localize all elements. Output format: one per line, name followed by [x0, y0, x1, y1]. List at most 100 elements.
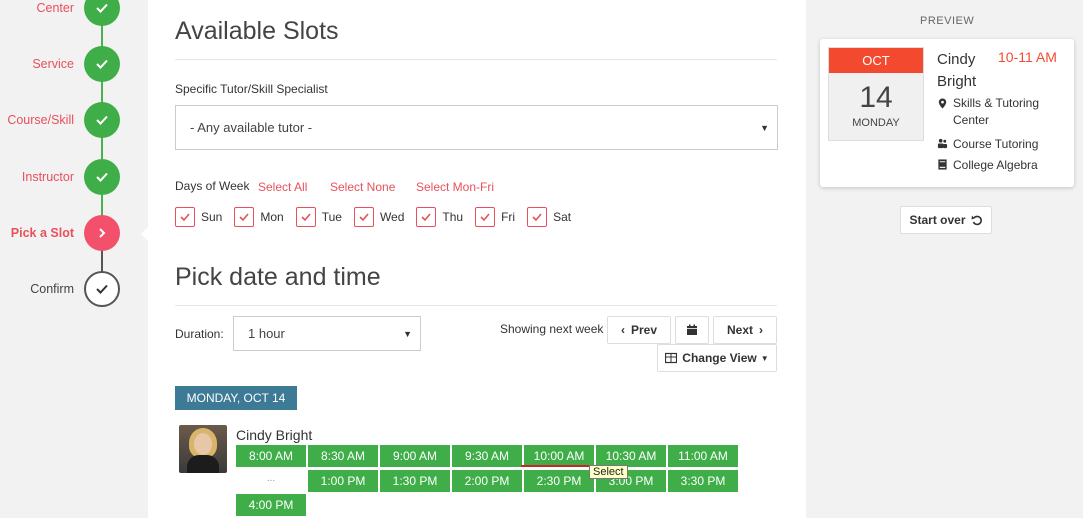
preview-service-text: Course Tutoring: [953, 137, 1039, 151]
preview-time: 10-11 AM: [998, 49, 1057, 65]
day-checkbox-wed[interactable]: Wed: [353, 207, 405, 227]
time-slot-button[interactable]: 2:30 PM: [524, 470, 594, 492]
time-slot-button[interactable]: 11:00 AM: [668, 445, 738, 467]
checkmark-icon: [475, 207, 496, 227]
next-button[interactable]: Next ›: [713, 316, 777, 344]
checkmark-icon: [234, 207, 255, 227]
day-checkbox-sat[interactable]: Sat: [527, 207, 571, 227]
days-checkbox-group: Sun Mon Tue Wed Thu Fri Sat: [175, 207, 583, 227]
time-slot-button[interactable]: 4:00 PM: [236, 494, 306, 516]
check-icon: [84, 159, 120, 195]
time-slot-button[interactable]: 1:30 PM: [380, 470, 450, 492]
preview-tutor-name: Cindy Bright: [937, 51, 977, 90]
main-panel: Available Slots Specific Tutor/Skill Spe…: [148, 0, 806, 518]
divider: [175, 59, 777, 60]
step-label: Service: [32, 57, 74, 71]
step-label: Confirm: [30, 282, 74, 296]
prev-label: Prev: [630, 323, 658, 337]
start-over-button[interactable]: Start over: [900, 206, 992, 234]
calendar-month: OCT: [829, 48, 923, 73]
time-slot-button[interactable]: 10:00 AM: [524, 445, 594, 467]
users-icon: [937, 138, 948, 149]
step-label: Course/Skill: [7, 113, 74, 127]
change-view-button[interactable]: Change View ▼: [657, 344, 777, 372]
calendar-day: 14: [859, 81, 893, 114]
time-slot-button[interactable]: 8:00 AM: [236, 445, 306, 467]
prev-button[interactable]: ‹ Prev: [607, 316, 671, 344]
step-course-skill[interactable]: Course/Skill: [0, 100, 148, 140]
preview-card: OCT 14 MONDAY Cindy Bright 10-11 AM Skil…: [820, 39, 1074, 187]
days-of-week-label: Days of Week: [175, 179, 250, 193]
day-checkbox-thu[interactable]: Thu: [416, 207, 463, 227]
tutor-name: Cindy Bright: [236, 427, 313, 443]
step-pick-a-slot[interactable]: Pick a Slot: [0, 213, 148, 253]
calendar-weekday: MONDAY: [852, 117, 900, 129]
time-slot-button[interactable]: 9:30 AM: [452, 445, 522, 467]
day-label: Wed: [379, 210, 405, 224]
tutor-select-value: - Any available tutor -: [190, 120, 313, 135]
duration-select[interactable]: 1 hour ▼: [233, 316, 421, 351]
step-confirm[interactable]: Confirm: [0, 269, 148, 309]
select-none-link[interactable]: Select None: [330, 180, 395, 194]
step-label: Instructor: [21, 170, 74, 184]
ellipsis-placeholder: ...: [266, 473, 276, 484]
select-tooltip: Select: [589, 465, 628, 479]
divider: [175, 305, 777, 306]
next-label: Next: [726, 323, 753, 337]
day-label: Thu: [442, 210, 464, 224]
check-icon: [84, 46, 120, 82]
step-service[interactable]: Service: [0, 44, 148, 84]
time-slot-button[interactable]: 9:00 AM: [380, 445, 450, 467]
check-icon: [84, 102, 120, 138]
day-checkbox-sun[interactable]: Sun: [175, 207, 222, 227]
checkmark-icon: [295, 207, 316, 227]
chevron-right-icon: [84, 215, 120, 251]
preview-course-text: College Algebra: [953, 158, 1038, 172]
time-slot-button[interactable]: 1:00 PM: [308, 470, 378, 492]
book-icon: [938, 159, 947, 170]
showing-next-week-text: Showing next week: [500, 322, 604, 336]
start-over-label: Start over: [909, 213, 966, 227]
change-view-label: Change View: [682, 351, 757, 365]
select-all-link[interactable]: Select All: [258, 180, 307, 194]
day-label: Mon: [260, 210, 284, 224]
preview-service: Course Tutoring: [937, 137, 1038, 151]
tutor-avatar: [179, 425, 227, 473]
duration-label: Duration:: [175, 327, 224, 341]
time-slot-button[interactable]: 3:30 PM: [668, 470, 738, 492]
step-center[interactable]: Center: [0, 0, 148, 28]
chevron-right-icon: ›: [759, 323, 763, 337]
select-mon-fri-link[interactable]: Select Mon-Fri: [416, 180, 494, 194]
check-icon: [84, 271, 120, 307]
check-icon: [84, 0, 120, 26]
calendar-icon: [687, 324, 697, 335]
time-slot-button[interactable]: 2:00 PM: [452, 470, 522, 492]
day-label: Tue: [321, 210, 342, 224]
calendar-button[interactable]: [675, 316, 709, 344]
day-checkbox-fri[interactable]: Fri: [475, 207, 515, 227]
checkmark-icon: [353, 207, 374, 227]
step-label: Center: [36, 1, 74, 15]
day-label: Sun: [201, 210, 223, 224]
step-instructor[interactable]: Instructor: [0, 157, 148, 197]
checkmark-icon: [416, 207, 437, 227]
day-label: Sat: [553, 210, 572, 224]
available-slots-title: Available Slots: [175, 17, 339, 45]
preview-course: College Algebra: [937, 158, 1038, 172]
time-slot-button[interactable]: 10:30 AM: [596, 445, 666, 467]
tutor-label: Specific Tutor/Skill Specialist: [175, 82, 328, 96]
chevron-left-icon: ‹: [620, 323, 625, 337]
hover-underline: [521, 465, 589, 467]
checkmark-icon: [175, 207, 195, 227]
tutor-select[interactable]: - Any available tutor - ▼: [175, 105, 778, 150]
progress-stepper: Center Service Course/Skill Instructor P…: [0, 0, 148, 518]
duration-select-value: 1 hour: [248, 326, 285, 341]
day-checkbox-mon[interactable]: Mon: [234, 207, 284, 227]
day-checkbox-tue[interactable]: Tue: [295, 207, 342, 227]
date-banner: MONDAY, OCT 14: [175, 386, 297, 410]
undo-icon: [971, 215, 982, 226]
day-label: Fri: [501, 210, 516, 224]
caret-down-icon: ▼: [760, 122, 769, 133]
time-slot-button[interactable]: 8:30 AM: [308, 445, 378, 467]
step-label: Pick a Slot: [10, 226, 74, 240]
